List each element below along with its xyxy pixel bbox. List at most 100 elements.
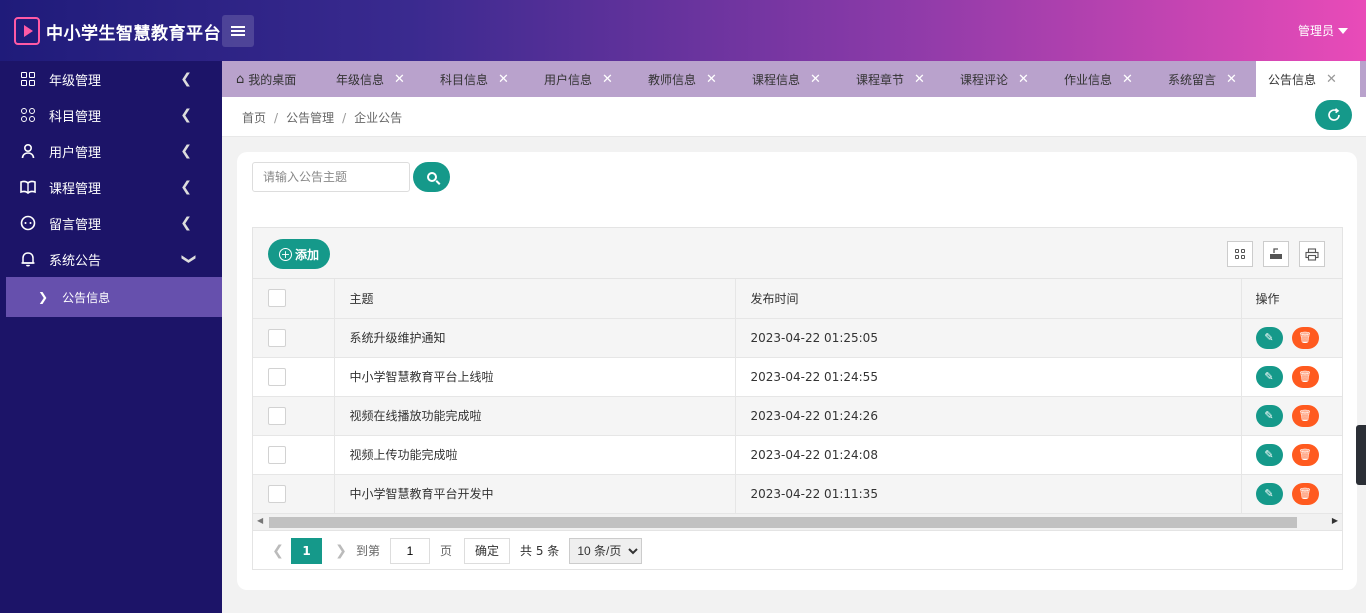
user-menu[interactable]: 管理员 bbox=[1298, 22, 1348, 39]
close-icon[interactable]: ✕ bbox=[394, 72, 405, 87]
breadcrumb-bar: 首页 / 公告管理 / 企业公告 bbox=[222, 97, 1366, 137]
scroll-thumb[interactable] bbox=[269, 516, 1297, 528]
refresh-button[interactable] bbox=[1315, 100, 1352, 130]
tab-label: 课程评论 bbox=[960, 72, 1009, 87]
sidebar-item-subject[interactable]: 科目管理 ❮ bbox=[0, 97, 222, 133]
close-icon[interactable]: ✕ bbox=[602, 72, 613, 87]
close-icon[interactable]: ✕ bbox=[1226, 72, 1237, 87]
pagination: ❮ 1 ❯ 到第 页 确定 共 5 条 10 条/页 bbox=[253, 531, 1342, 571]
table-row: 视频上传功能完成啦 2023-04-22 01:24:08 ✎ 🗑 bbox=[253, 435, 1342, 475]
goto-confirm-button[interactable]: 确定 bbox=[464, 537, 511, 564]
tab-label: 课程信息 bbox=[752, 72, 801, 87]
edit-button[interactable]: ✎ bbox=[1255, 482, 1283, 505]
tab-subject-info[interactable]: 科目信息 ✕ bbox=[428, 61, 532, 97]
side-widget-handle[interactable] bbox=[1356, 425, 1366, 485]
sidebar-item-user[interactable]: 用户管理 ❮ bbox=[0, 133, 222, 169]
row-checkbox[interactable] bbox=[268, 484, 286, 503]
edit-button[interactable]: ✎ bbox=[1255, 326, 1283, 349]
tab-homework-info[interactable]: 作业信息 ✕ bbox=[1052, 61, 1156, 97]
home-icon: ⌂ bbox=[236, 71, 245, 87]
cell-time: 2023-04-22 01:24:26 bbox=[735, 396, 1241, 436]
print-button[interactable] bbox=[1299, 241, 1325, 267]
sidebar-subitem-notice-info[interactable]: ❯ 公告信息 bbox=[6, 277, 222, 317]
delete-button[interactable]: 🗑 bbox=[1291, 482, 1319, 505]
sidebar-item-notice[interactable]: 系统公告 ❮ bbox=[0, 241, 222, 277]
scroll-right-icon[interactable]: ▶ bbox=[1332, 516, 1338, 525]
delete-button[interactable]: 🗑 bbox=[1291, 326, 1319, 349]
row-checkbox[interactable] bbox=[268, 367, 286, 386]
close-icon[interactable]: ✕ bbox=[1326, 72, 1337, 87]
menu-toggle-button[interactable] bbox=[222, 15, 254, 47]
table-row: 视频在线播放功能完成啦 2023-04-22 01:24:26 ✎ 🗑 bbox=[253, 396, 1342, 436]
search-button[interactable] bbox=[413, 162, 450, 192]
breadcrumb-home[interactable]: 首页 bbox=[242, 111, 266, 125]
header-subject[interactable]: 主题 bbox=[334, 279, 736, 319]
chevron-left-icon: ❮ bbox=[180, 215, 192, 231]
sidebar-item-label: 用户管理 bbox=[49, 145, 102, 161]
close-icon[interactable]: ✕ bbox=[810, 72, 821, 87]
data-table: + 添加 主题 发布时间 操作 系统升级维护通知 2023-04-22 01:2… bbox=[252, 227, 1343, 570]
hamburger-icon bbox=[231, 26, 245, 36]
table-header-row: 主题 发布时间 操作 bbox=[253, 279, 1342, 319]
cell-time: 2023-04-22 01:24:08 bbox=[735, 435, 1241, 475]
cell-time: 2023-04-22 01:24:55 bbox=[735, 357, 1241, 397]
close-icon[interactable]: ✕ bbox=[498, 72, 509, 87]
close-icon[interactable]: ✕ bbox=[914, 72, 925, 87]
breadcrumb: 首页 / 公告管理 / 企业公告 bbox=[242, 109, 402, 126]
delete-button[interactable]: 🗑 bbox=[1291, 443, 1319, 466]
tab-course-info[interactable]: 课程信息 ✕ bbox=[740, 61, 844, 97]
notice-table: 主题 发布时间 操作 系统升级维护通知 2023-04-22 01:25:05 … bbox=[253, 279, 1342, 514]
delete-button[interactable]: 🗑 bbox=[1291, 365, 1319, 388]
tab-course-chapter[interactable]: 课程章节 ✕ bbox=[844, 61, 948, 97]
goto-page-input[interactable] bbox=[390, 537, 431, 564]
select-all-checkbox[interactable] bbox=[268, 289, 286, 308]
tab-user-info[interactable]: 用户信息 ✕ bbox=[532, 61, 636, 97]
chevron-left-icon: ❮ bbox=[180, 71, 192, 87]
delete-button[interactable]: 🗑 bbox=[1291, 404, 1319, 427]
add-button-label: 添加 bbox=[294, 247, 319, 262]
row-checkbox[interactable] bbox=[268, 445, 286, 464]
cell-time: 2023-04-22 01:11:35 bbox=[735, 474, 1241, 514]
edit-button[interactable]: ✎ bbox=[1255, 404, 1283, 427]
sidebar-item-message[interactable]: 留言管理 ❮ bbox=[0, 205, 222, 241]
plus-circle-icon: + bbox=[278, 247, 292, 261]
table-row: 中小学智慧教育平台上线啦 2023-04-22 01:24:55 ✎ 🗑 bbox=[253, 357, 1342, 397]
sidebar-item-label: 年级管理 bbox=[49, 73, 102, 89]
sidebar-item-course[interactable]: 课程管理 ❮ bbox=[0, 169, 222, 205]
app-logo[interactable]: 中小学生智慧教育平台 bbox=[14, 16, 221, 46]
header-ops: 操作 bbox=[1240, 279, 1342, 319]
tab-notice-info[interactable]: 公告信息 ✕ bbox=[1256, 61, 1360, 97]
table-toolbar: + 添加 bbox=[253, 228, 1342, 279]
next-page-icon[interactable]: ❯ bbox=[330, 543, 352, 559]
row-checkbox[interactable] bbox=[268, 406, 286, 425]
breadcrumb-separator: / bbox=[342, 111, 347, 125]
close-icon[interactable]: ✕ bbox=[1122, 72, 1133, 87]
tab-system-message[interactable]: 系统留言 ✕ bbox=[1156, 61, 1256, 97]
page-size-select[interactable]: 10 条/页 bbox=[569, 537, 643, 564]
table-row: 中小学智慧教育平台开发中 2023-04-22 01:11:35 ✎ 🗑 bbox=[253, 474, 1342, 514]
total-count: 共 5 条 bbox=[520, 544, 560, 558]
horizontal-scrollbar[interactable]: ◀ ▶ bbox=[253, 513, 1342, 531]
export-button[interactable] bbox=[1263, 241, 1289, 267]
sidebar-item-grade[interactable]: 年级管理 ❮ bbox=[0, 61, 222, 97]
scroll-left-icon[interactable]: ◀ bbox=[257, 516, 263, 525]
prev-page-icon[interactable]: ❮ bbox=[267, 543, 289, 559]
breadcrumb-notice-manage[interactable]: 公告管理 bbox=[286, 111, 334, 125]
tab-desktop[interactable]: ⌂ 我的桌面 bbox=[222, 61, 324, 97]
edit-button[interactable]: ✎ bbox=[1255, 365, 1283, 388]
chevron-down-icon: ❮ bbox=[180, 253, 197, 265]
current-page[interactable]: 1 bbox=[291, 537, 322, 564]
add-button[interactable]: + 添加 bbox=[268, 239, 330, 269]
search-input[interactable] bbox=[252, 162, 410, 192]
close-icon[interactable]: ✕ bbox=[1018, 72, 1029, 87]
tab-teacher-info[interactable]: 教师信息 ✕ bbox=[636, 61, 740, 97]
close-icon[interactable]: ✕ bbox=[706, 72, 717, 87]
user-icon bbox=[20, 143, 36, 159]
edit-button[interactable]: ✎ bbox=[1255, 443, 1283, 466]
cell-time: 2023-04-22 01:25:05 bbox=[735, 318, 1241, 358]
row-checkbox[interactable] bbox=[268, 328, 286, 347]
tab-course-comment[interactable]: 课程评论 ✕ bbox=[948, 61, 1052, 97]
tab-grade-info[interactable]: 年级信息 ✕ bbox=[324, 61, 428, 97]
header-time[interactable]: 发布时间 bbox=[735, 279, 1241, 319]
columns-filter-button[interactable] bbox=[1227, 241, 1253, 267]
